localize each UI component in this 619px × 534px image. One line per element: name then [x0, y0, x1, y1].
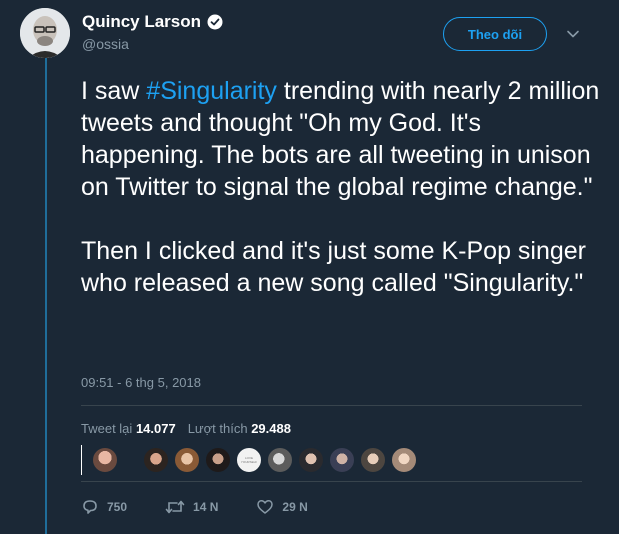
retweet-icon	[165, 498, 185, 516]
liker-avatar[interactable]	[205, 447, 231, 473]
likes-value: 29.488	[251, 421, 291, 436]
like-button[interactable]: 29 N	[256, 498, 308, 516]
tweet-actions: 750 14 N 29 N	[81, 498, 346, 516]
liker-avatar[interactable]	[391, 447, 417, 473]
verified-badge-icon	[207, 14, 223, 30]
divider-bottom	[81, 481, 582, 482]
tweet-text-start: I saw	[81, 77, 147, 105]
reply-button[interactable]: 750	[81, 498, 127, 516]
retweets-value: 14.077	[135, 421, 176, 436]
like-count: 29 N	[282, 500, 308, 514]
author-avatar[interactable]	[20, 8, 70, 58]
thread-line	[45, 58, 47, 534]
liker-avatar[interactable]: LOVE YOURSELF	[236, 447, 262, 473]
liker-avatar[interactable]	[329, 447, 355, 473]
divider-top	[81, 405, 582, 406]
author-info: Quincy Larson @ossia	[82, 12, 223, 52]
retweet-button[interactable]: 14 N	[165, 498, 218, 516]
liker-separator	[81, 445, 82, 475]
retweet-count: 14 N	[193, 500, 219, 514]
author-handle[interactable]: @ossia	[82, 36, 223, 52]
hashtag-link[interactable]: #Singularity	[146, 77, 277, 105]
likes-stat[interactable]: Lượt thích 29.488	[188, 421, 291, 436]
liker-avatars: LOVE YOURSELF	[81, 444, 582, 476]
engagement-stats: Tweet lại 14.077 Lượt thích 29.488	[81, 421, 291, 436]
love-yourself-logo: LOVE YOURSELF	[240, 456, 258, 464]
tweet-text: I saw #Singularity trending with nearly …	[81, 75, 601, 299]
author-display-name[interactable]: Quincy Larson	[82, 12, 201, 32]
tweet-timestamp[interactable]: 09:51 - 6 thg 5, 2018	[81, 375, 201, 390]
liker-avatar[interactable]	[92, 447, 118, 473]
reply-count: 750	[107, 500, 128, 514]
tweet-text-rest: trending with nearly 2 million tweets an…	[81, 77, 600, 297]
liker-avatar[interactable]	[174, 447, 200, 473]
liker-avatar[interactable]	[267, 447, 293, 473]
follow-button[interactable]: Theo dõi	[443, 17, 547, 51]
retweets-stat[interactable]: Tweet lại 14.077	[81, 421, 176, 436]
likes-label: Lượt thích	[187, 421, 248, 436]
retweets-label: Tweet lại	[81, 421, 133, 436]
chevron-down-icon[interactable]	[566, 27, 580, 41]
liker-avatar[interactable]	[298, 447, 324, 473]
like-icon	[256, 498, 274, 516]
liker-avatar[interactable]	[143, 447, 169, 473]
reply-icon	[81, 498, 99, 516]
liker-avatar[interactable]	[360, 447, 386, 473]
